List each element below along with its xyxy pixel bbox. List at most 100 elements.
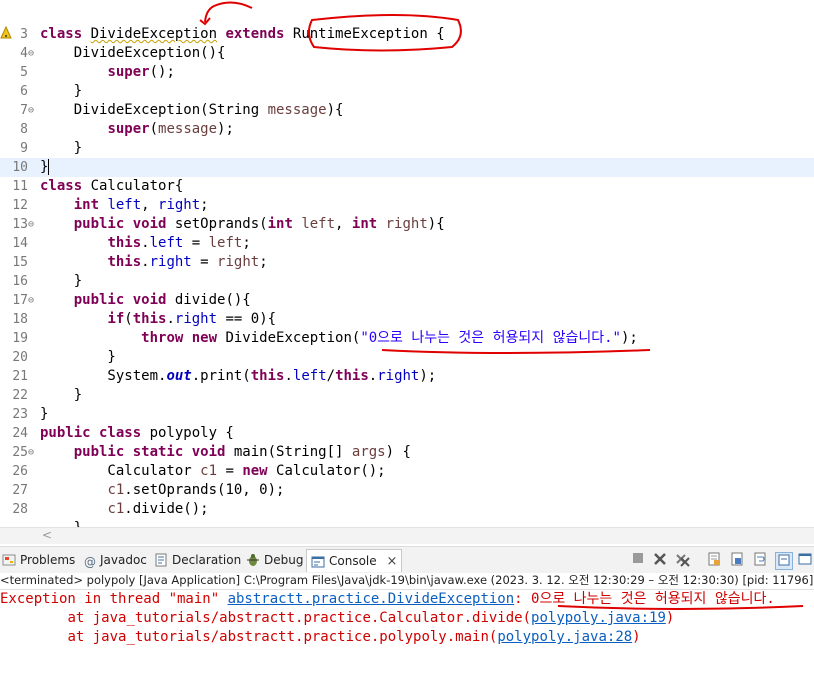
code-line[interactable]: 24 public class polypoly { xyxy=(0,424,814,443)
tab-console-label: Console xyxy=(329,554,377,568)
stack-frame-close: ) xyxy=(632,629,641,645)
error-message: : 0으로 나누는 것은 허용되지 않습니다. xyxy=(514,591,775,607)
line-number-gutter: 22 xyxy=(0,386,40,405)
horizontal-scrollbar[interactable]: < xyxy=(0,527,814,544)
code-text: Calculator c1 = new Calculator(); xyxy=(40,463,386,479)
code-line[interactable]: 14 this.left = left; xyxy=(0,234,814,253)
code-line[interactable]: } xyxy=(0,519,814,527)
line-number: 10 xyxy=(12,160,28,175)
tab-javadoc[interactable]: @ Javadoc xyxy=(84,551,147,569)
line-number: 27 xyxy=(12,483,28,498)
error-prefix: Exception in thread "main" xyxy=(0,591,228,607)
line-number-gutter: 7 ⊖ xyxy=(0,101,40,120)
stack-frame-text: at java_tutorials/abstractt.practice.pol… xyxy=(0,629,498,645)
tab-declaration[interactable]: Declaration xyxy=(154,551,241,569)
code-line[interactable]: 3 class DivideException extends RuntimeEx… xyxy=(0,25,814,44)
code-line[interactable]: 16 } xyxy=(0,272,814,291)
line-number: 4 xyxy=(20,46,28,61)
warning-icon[interactable] xyxy=(0,25,12,40)
code-line[interactable]: 17 ⊖ public void divide(){ xyxy=(0,291,814,310)
code-line[interactable]: 4 ⊖ DivideException(){ xyxy=(0,44,814,63)
line-number: 23 xyxy=(12,407,28,422)
tab-problems[interactable]: Problems xyxy=(2,551,75,569)
stack-frame-close: ) xyxy=(665,610,675,626)
line-number-gutter: 10 xyxy=(0,158,40,177)
line-number: 24 xyxy=(12,426,28,441)
code-line[interactable]: 7 ⊖ DivideException(String message){ xyxy=(0,101,814,120)
line-number-gutter: 3 xyxy=(0,25,40,44)
code-line[interactable]: 9 } xyxy=(0,139,814,158)
remove-launch-icon[interactable] xyxy=(652,552,668,568)
line-number-gutter: 4 ⊖ xyxy=(0,44,40,63)
tab-console[interactable]: Console × xyxy=(306,549,403,572)
scroll-lock-icon[interactable] xyxy=(729,552,745,568)
fold-icon[interactable]: ⊖ xyxy=(28,291,34,310)
display-selected-icon[interactable] xyxy=(797,552,813,568)
line-number-gutter: 28 xyxy=(0,500,40,519)
code-text: if(this.right == 0){ xyxy=(107,311,277,327)
line-number: 5 xyxy=(20,65,28,80)
text-cursor xyxy=(48,159,50,175)
code-text: class DivideException extends RuntimeExc… xyxy=(40,26,445,42)
fold-icon[interactable]: ⊖ xyxy=(28,101,34,120)
stack-frame-text: at java_tutorials/abstractt.practice.Cal… xyxy=(0,610,532,626)
code-line[interactable]: 20 } xyxy=(0,348,814,367)
code-line[interactable]: 25 ⊖ public static void main(String[] arg… xyxy=(0,443,814,462)
terminate-icon[interactable] xyxy=(630,552,646,568)
line-number-gutter: 17 ⊖ xyxy=(0,291,40,310)
tab-debug[interactable]: Debug xyxy=(246,551,303,569)
line-number: 11 xyxy=(12,179,28,194)
code-text: public class polypoly { xyxy=(40,425,234,441)
code-line[interactable]: 19 throw new DivideException("0으로 나누는 것은… xyxy=(0,329,814,348)
code-line[interactable]: 18 if(this.right == 0){ xyxy=(0,310,814,329)
line-number-gutter: 27 xyxy=(0,481,40,500)
console-output[interactable]: Exception in thread "main" abstractt.pra… xyxy=(0,590,814,676)
code-text: } xyxy=(40,406,49,422)
line-number-gutter: 23 xyxy=(0,405,40,424)
code-text: } xyxy=(40,387,83,403)
line-number: 25 xyxy=(12,445,28,460)
console-icon xyxy=(311,554,325,568)
fold-icon[interactable]: ⊖ xyxy=(28,215,34,234)
exception-class-link[interactable]: abstractt.practice.DivideException xyxy=(228,591,515,607)
code-line[interactable]: 22 } xyxy=(0,386,814,405)
line-number-gutter: 12 xyxy=(0,196,40,215)
remove-all-icon[interactable] xyxy=(675,552,691,568)
source-link-line28[interactable]: polypoly.java:28 xyxy=(497,629,632,645)
line-number-gutter: 26 xyxy=(0,462,40,481)
console-error-line-1: Exception in thread "main" abstractt.pra… xyxy=(0,590,775,609)
code-text: super(); xyxy=(107,64,175,80)
code-text: class Calculator{ xyxy=(40,178,184,194)
code-editor[interactable]: 3 class DivideException extends RuntimeEx… xyxy=(0,0,814,527)
code-line[interactable]: 28 c1.divide(); xyxy=(0,500,814,519)
code-line[interactable]: 23} xyxy=(0,405,814,424)
code-line[interactable]: 10} xyxy=(0,158,814,177)
word-wrap-icon[interactable] xyxy=(752,552,768,568)
clear-console-icon[interactable] xyxy=(706,552,722,568)
code-line[interactable]: 8 super(message); xyxy=(0,120,814,139)
code-line[interactable]: 21 System.out.print(this.left/this.right… xyxy=(0,367,814,386)
code-line[interactable]: 26 Calculator c1 = new Calculator(); xyxy=(0,462,814,481)
code-line[interactable]: 12 int left, right; xyxy=(0,196,814,215)
code-line[interactable]: 27 c1.setOprands(10, 0); xyxy=(0,481,814,500)
bottom-panel-tabbar: Problems @ Javadoc Declaration Debug Cons… xyxy=(0,546,814,573)
line-number: 20 xyxy=(12,350,28,365)
line-number-gutter: 13 ⊖ xyxy=(0,215,40,234)
scroll-left-arrow-icon[interactable]: < xyxy=(42,528,52,542)
source-link-line19[interactable]: polypoly.java:19 xyxy=(531,610,666,626)
line-number-gutter: 18 xyxy=(0,310,40,329)
problems-icon xyxy=(2,553,16,567)
code-line[interactable]: 13 ⊖ public void setOprands(int left, int… xyxy=(0,215,814,234)
fold-icon[interactable]: ⊖ xyxy=(28,44,34,63)
code-line[interactable]: 11 class Calculator{ xyxy=(0,177,814,196)
code-text: DivideException(String message){ xyxy=(40,102,344,118)
line-number-gutter: 16 xyxy=(0,272,40,291)
pin-icon[interactable] xyxy=(775,552,793,570)
code-line[interactable]: 5 super(); xyxy=(0,63,814,82)
line-number-gutter xyxy=(0,519,40,527)
code-text: } xyxy=(40,273,83,289)
close-icon[interactable]: × xyxy=(386,554,397,569)
code-line[interactable]: 6 } xyxy=(0,82,814,101)
code-line[interactable]: 15 this.right = right; xyxy=(0,253,814,272)
fold-icon[interactable]: ⊖ xyxy=(28,443,34,462)
